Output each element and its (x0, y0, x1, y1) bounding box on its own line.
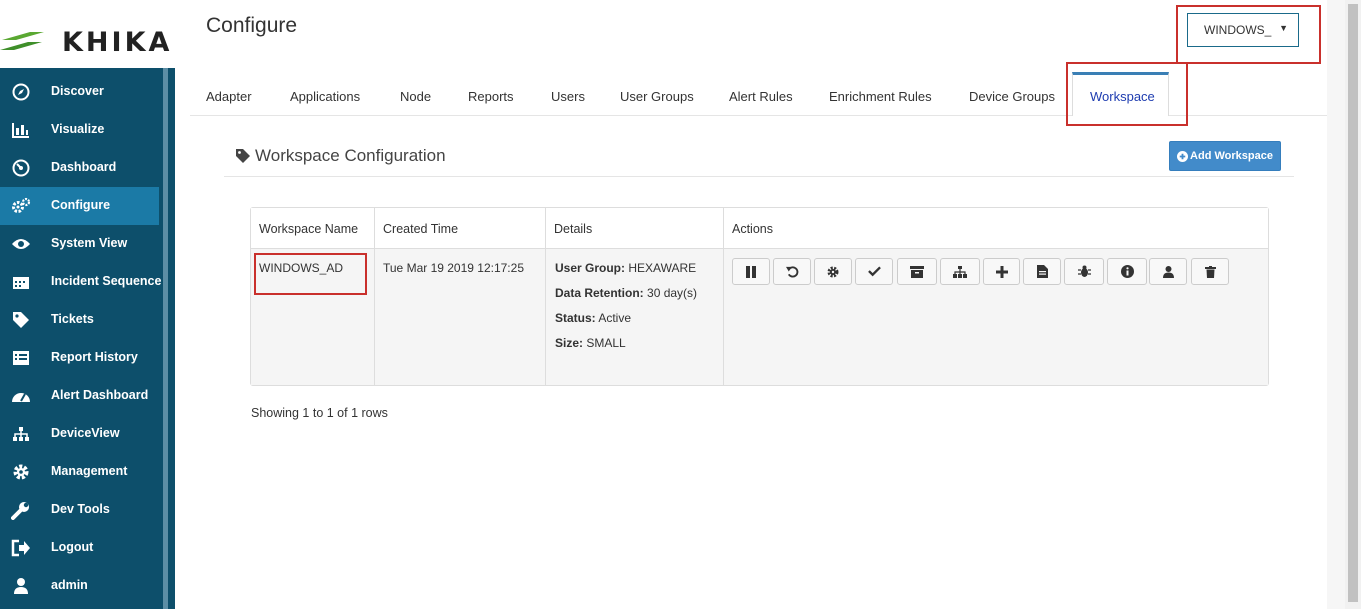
user-icon (1162, 265, 1174, 278)
logo-mark-icon (0, 32, 44, 50)
refresh-icon (785, 266, 798, 278)
pause-button[interactable] (732, 258, 770, 285)
trash-icon (1204, 265, 1216, 278)
detail-size: Size: SMALL (555, 336, 626, 350)
tab-reports[interactable]: Reports (468, 89, 514, 104)
dashboard-icon (11, 159, 31, 177)
sidebar-item-incident-sequence[interactable]: Incident Sequence (0, 263, 161, 301)
sidebar-item-admin[interactable]: admin (0, 567, 159, 605)
workspace-name-highlight (254, 253, 367, 295)
sitemap-icon (953, 265, 967, 278)
vertical-scrollbar[interactable] (1345, 0, 1361, 609)
khika-logo: KHIKA (0, 10, 175, 58)
panel-title: Workspace Configuration (235, 146, 446, 166)
column-divider (723, 208, 724, 385)
caret-down-icon: ▼ (1279, 23, 1288, 33)
workspace-select-value: WINDOWS_ (1204, 23, 1272, 37)
archive-icon (910, 265, 924, 278)
settings-button[interactable] (814, 258, 852, 285)
sidebar-scrollbar[interactable] (163, 68, 168, 609)
column-header-details[interactable]: Details (554, 222, 592, 236)
compass-icon (11, 83, 31, 101)
sitemap-icon (11, 425, 31, 443)
page-gutter (1327, 0, 1345, 609)
sidebar-item-management[interactable]: Management (0, 453, 159, 491)
calendar-icon (11, 273, 31, 291)
user-icon (11, 577, 31, 595)
sidebar-item-alert-dashboard[interactable]: Alert Dashboard (0, 377, 159, 415)
info-button[interactable] (1107, 258, 1147, 285)
file-icon (1036, 265, 1048, 278)
tag-icon (236, 149, 250, 163)
column-divider (545, 208, 546, 385)
tab-applications[interactable]: Applications (290, 89, 360, 104)
add-button[interactable] (983, 258, 1020, 285)
page-title: Configure (206, 14, 298, 37)
sign-out-icon (11, 539, 31, 557)
logo-text: KHIKA (62, 27, 173, 58)
column-divider (374, 208, 375, 385)
tab-node[interactable]: Node (400, 89, 431, 104)
plus-circle-icon (1177, 150, 1189, 162)
sidebar-item-system-view[interactable]: System View (0, 225, 159, 263)
debug-button[interactable] (1064, 258, 1104, 285)
cog-icon (827, 266, 839, 277)
tab-users[interactable]: Users (551, 89, 585, 104)
plus-icon (995, 265, 1008, 278)
tag-icon (11, 311, 31, 329)
gear-icon (11, 463, 31, 481)
sidebar-item-visualize[interactable]: Visualize (0, 111, 159, 149)
scrollbar-thumb[interactable] (1348, 4, 1358, 602)
sidebar-item-report-history[interactable]: Report History (0, 339, 159, 377)
workspace-select[interactable]: WINDOWS_ ▼ (1187, 13, 1299, 47)
tachometer-icon (11, 387, 31, 405)
wrench-icon (11, 501, 31, 520)
list-alt-icon (11, 349, 31, 367)
tab-device-groups[interactable]: Device Groups (969, 89, 1055, 104)
archive-button[interactable] (897, 258, 937, 285)
pagination-summary: Showing 1 to 1 of 1 rows (251, 406, 388, 420)
bug-icon (1077, 265, 1091, 277)
tab-enrichment-rules[interactable]: Enrichment Rules (829, 89, 932, 104)
add-workspace-label: Add Workspace (1190, 150, 1273, 162)
column-header-created-time[interactable]: Created Time (383, 222, 458, 236)
document-button[interactable] (1023, 258, 1061, 285)
check-icon (867, 266, 881, 277)
tab-adapter[interactable]: Adapter (206, 89, 252, 104)
detail-status: Status: Active (555, 311, 632, 325)
pause-icon (746, 265, 756, 278)
add-workspace-button[interactable]: Add Workspace (1169, 141, 1281, 171)
sidebar-item-configure[interactable]: Configure (0, 187, 159, 225)
column-header-actions[interactable]: Actions (732, 222, 773, 236)
info-icon (1120, 265, 1134, 278)
panel-title-text: Workspace Configuration (255, 146, 446, 165)
detail-user-group: User Group: HEXAWARE (555, 261, 697, 275)
sidebar: Discover Visualize Dashboard Configure S… (0, 68, 175, 609)
assign-user-button[interactable] (1149, 258, 1187, 285)
tab-workspace-highlight (1066, 62, 1188, 126)
detail-data-retention: Data Retention: 30 day(s) (555, 286, 698, 300)
topology-button[interactable] (940, 258, 980, 285)
delete-button[interactable] (1191, 258, 1229, 285)
activate-button[interactable] (855, 258, 893, 285)
panel-divider (224, 176, 1294, 177)
sidebar-item-tickets[interactable]: Tickets (0, 301, 159, 339)
column-header-workspace-name[interactable]: Workspace Name (259, 222, 358, 236)
eye-icon (11, 235, 31, 253)
created-time-cell: Tue Mar 19 2019 12:17:25 (383, 261, 524, 275)
restart-button[interactable] (773, 258, 811, 285)
workspace-table: Workspace Name Created Time Details Acti… (250, 207, 1269, 386)
sidebar-item-logout[interactable]: Logout (0, 529, 159, 567)
bar-chart-icon (11, 121, 31, 139)
sidebar-item-deviceview[interactable]: DeviceView (0, 415, 159, 453)
tab-user-groups[interactable]: User Groups (620, 89, 694, 104)
tab-alert-rules[interactable]: Alert Rules (729, 89, 793, 104)
gears-icon (11, 197, 31, 215)
sidebar-item-dev-tools[interactable]: Dev Tools (0, 491, 159, 529)
sidebar-item-dashboard[interactable]: Dashboard (0, 149, 159, 187)
sidebar-item-discover[interactable]: Discover (0, 73, 159, 111)
